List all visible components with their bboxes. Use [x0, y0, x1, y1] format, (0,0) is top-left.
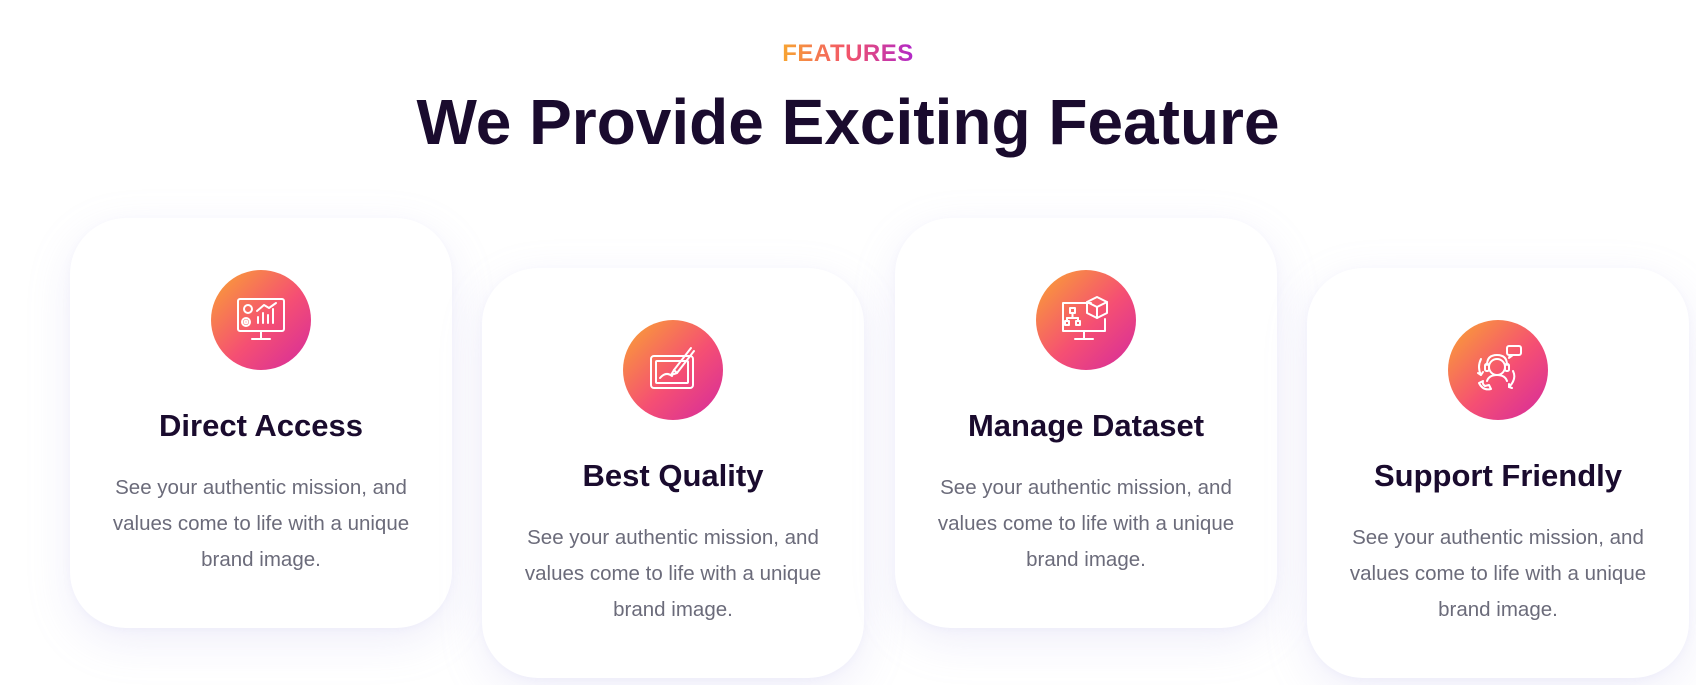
feature-title: Support Friendly	[1374, 458, 1622, 493]
feature-description: See your authentic mission, and values c…	[1349, 526, 1647, 621]
feature-title: Best Quality	[582, 458, 764, 493]
feature-description: See your authentic mission, and values c…	[112, 476, 410, 571]
feature-title: Manage Dataset	[967, 408, 1205, 443]
feature-title: Direct Access	[159, 408, 363, 443]
drawing-tablet-icon	[623, 320, 723, 420]
monitor-dataset-icon	[1036, 270, 1136, 370]
customer-support-icon	[1448, 320, 1548, 420]
monitor-analytics-icon	[211, 270, 311, 370]
feature-card-support-friendly: Support Friendly See your authentic miss…	[1307, 268, 1689, 678]
feature-description: See your authentic mission, and values c…	[524, 526, 822, 621]
feature-description: See your authentic mission, and values c…	[937, 476, 1235, 571]
feature-card-best-quality: Best Quality See your authentic mission,…	[482, 268, 864, 678]
section-heading: We Provide Exciting Feature	[416, 86, 1280, 158]
eyebrow-text: FEATURES	[782, 40, 914, 67]
feature-card-manage-dataset: Manage Dataset See your authentic missio…	[895, 218, 1277, 628]
feature-card-direct-access: Direct Access See your authentic mission…	[70, 218, 452, 628]
section-eyebrow: FEATURES	[0, 40, 1696, 68]
features-section: FEATURES We Provide Exciting Feature Dir…	[0, 0, 1696, 685]
